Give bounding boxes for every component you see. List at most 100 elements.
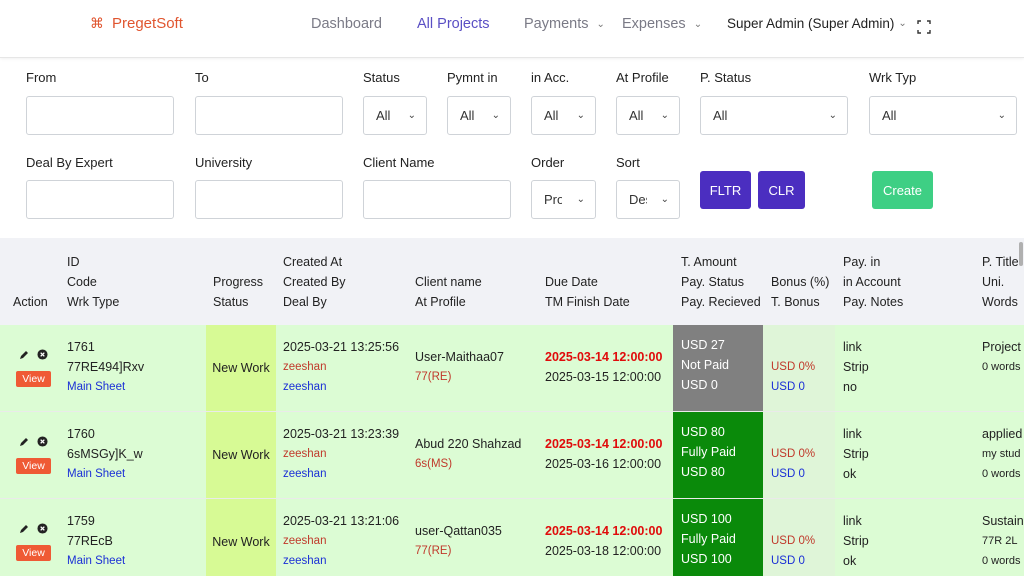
cell-client-name: User-Maithaa07 (415, 350, 504, 364)
cell-id: 1760 (67, 427, 95, 441)
view-button[interactable]: View (16, 545, 51, 561)
fullscreen-icon[interactable] (917, 20, 931, 34)
filter-button[interactable]: FLTR (700, 171, 751, 209)
cell-progress: New Work (206, 412, 276, 498)
pymnt-in-label: Pymnt in (447, 70, 498, 85)
cell-deal-by: zeeshan (283, 381, 327, 393)
view-button[interactable]: View (16, 458, 51, 474)
edit-icon[interactable] (18, 349, 30, 361)
cell-wrk-type[interactable]: Main Sheet (67, 464, 143, 484)
pymnt-in-select[interactable]: All ⌄ (447, 96, 511, 135)
table-row[interactable]: View 1759 77REcB Main Sheet New Work 202… (0, 499, 1024, 576)
top-navbar: ⌘ PregetSoft Dashboard All Projects Paym… (0, 0, 1024, 58)
nav-payments[interactable]: Payments ⌄ (524, 16, 605, 32)
th-in-account: in Account (843, 275, 901, 289)
cancel-icon[interactable] (37, 523, 48, 534)
cell-pay-in: link (843, 427, 862, 441)
cell-title-group: Project 0 words (982, 337, 1021, 377)
cell-bonus-group: USD 0% USD 0 (771, 444, 815, 484)
university-input[interactable] (195, 180, 343, 219)
cell-code: 77RE494]Rxv (67, 360, 145, 374)
order-select[interactable]: Pro ⌄ (531, 180, 596, 219)
cell-code: 6sMSGy]K_w (67, 447, 143, 461)
table-header: Action ID Code Wrk Type Progress Status … (0, 238, 1024, 325)
chevron-down-icon: ⌄ (828, 110, 837, 121)
pymnt-in-select-value: All (460, 108, 475, 123)
vertical-scrollbar[interactable] (1018, 238, 1024, 576)
th-client-name: Client name (415, 275, 482, 289)
order-select-value: Pro (544, 192, 562, 207)
cell-id: 1761 (67, 340, 95, 354)
nav-dashboard[interactable]: Dashboard (311, 16, 382, 32)
cell-pay-notes: no (843, 380, 857, 394)
view-button[interactable]: View (16, 371, 51, 387)
to-date-input[interactable] (195, 96, 343, 135)
table-row[interactable]: View 1761 77RE494]Rxv Main Sheet New Wor… (0, 325, 1024, 412)
th-pay-received: Pay. Recieved (681, 295, 761, 309)
from-date-input[interactable] (26, 96, 174, 135)
p-status-label: P. Status (700, 70, 752, 85)
cell-bonus-group: USD 0% USD 0 (771, 531, 815, 571)
edit-icon[interactable] (18, 523, 30, 535)
create-button[interactable]: Create (872, 171, 933, 209)
cell-pay-status: Fully Paid (681, 532, 736, 546)
cell-in-account: Strip (843, 360, 869, 374)
clear-button[interactable]: CLR (758, 171, 805, 209)
th-due-date: Due Date (545, 275, 598, 289)
table-row[interactable]: View 1760 6sMSGy]K_w Main Sheet New Work… (0, 412, 1024, 499)
cancel-icon[interactable] (37, 436, 48, 447)
cell-deal-by: zeeshan (283, 468, 327, 480)
cell-wrk-type[interactable]: Main Sheet (67, 551, 125, 571)
th-code: Code (67, 275, 97, 289)
cell-created-at: 2025-03-21 13:25:56 (283, 340, 400, 354)
in-acc-select[interactable]: All ⌄ (531, 96, 596, 135)
cell-amount-group: USD 80 Fully Paid USD 80 (673, 412, 763, 498)
th-bonus-group: Bonus (%) T. Bonus (771, 272, 829, 312)
at-profile-select[interactable]: All ⌄ (616, 96, 680, 135)
th-created-group: Created At Created By Deal By (283, 252, 346, 312)
edit-icon[interactable] (18, 436, 30, 448)
brand[interactable]: ⌘ PregetSoft (90, 15, 183, 32)
th-due-group: Due Date TM Finish Date (545, 272, 630, 312)
cell-finish-date: 2025-03-16 12:00:00 (545, 457, 662, 471)
chevron-down-icon: ⌄ (660, 110, 669, 121)
cell-wrk-type[interactable]: Main Sheet (67, 377, 144, 397)
cell-due-date: 2025-03-14 12:00:00 (545, 437, 663, 451)
th-created-by: Created By (283, 275, 346, 289)
deal-by-expert-input[interactable] (26, 180, 174, 219)
cell-client-name: user-Qattan035 (415, 524, 502, 538)
cell-t-amount: USD 27 (681, 338, 725, 352)
nav-payments-label: Payments (524, 16, 589, 32)
th-t-bonus: T. Bonus (771, 295, 820, 309)
user-menu-label: Super Admin (Super Admin) (727, 16, 895, 31)
sort-select[interactable]: Des ⌄ (616, 180, 680, 219)
th-at-profile: At Profile (415, 295, 466, 309)
th-wrk-type: Wrk Type (67, 295, 120, 309)
to-label: To (195, 70, 209, 85)
nav-expenses[interactable]: Expenses ⌄ (622, 16, 702, 32)
th-tm-finish: TM Finish Date (545, 295, 630, 309)
in-acc-select-value: All (544, 108, 559, 123)
cancel-icon[interactable] (37, 349, 48, 360)
cell-uni: my stud (982, 448, 1021, 460)
cell-due-date: 2025-03-14 12:00:00 (545, 524, 663, 538)
cell-title-group: applied my stud 0 words (982, 424, 1022, 484)
client-name-input[interactable] (363, 180, 511, 219)
cell-bonus-pct: USD 0% (771, 535, 816, 547)
from-label: From (26, 70, 57, 85)
chevron-down-icon: ⌄ (660, 194, 669, 205)
status-select[interactable]: All ⌄ (363, 96, 427, 135)
th-bonus-pct: Bonus (%) (771, 275, 830, 289)
user-menu[interactable]: Super Admin (Super Admin) ⌄ (727, 16, 907, 31)
nav-all-projects[interactable]: All Projects (417, 16, 490, 32)
cell-words: 0 words (982, 468, 1021, 480)
cell-created-by: zeeshan (283, 535, 327, 547)
cell-t-bonus: USD 0 (771, 381, 805, 393)
cell-at-profile: 6s(MS) (415, 458, 453, 470)
wrk-typ-select[interactable]: All ⌄ (869, 96, 1017, 135)
th-uni: Uni. (982, 275, 1005, 289)
th-client-group: Client name At Profile (415, 272, 482, 312)
p-status-select[interactable]: All ⌄ (700, 96, 848, 135)
cell-client-group: Abud 220 Shahzad 6s(MS) (415, 434, 521, 474)
scroll-thumb[interactable] (1019, 242, 1023, 266)
